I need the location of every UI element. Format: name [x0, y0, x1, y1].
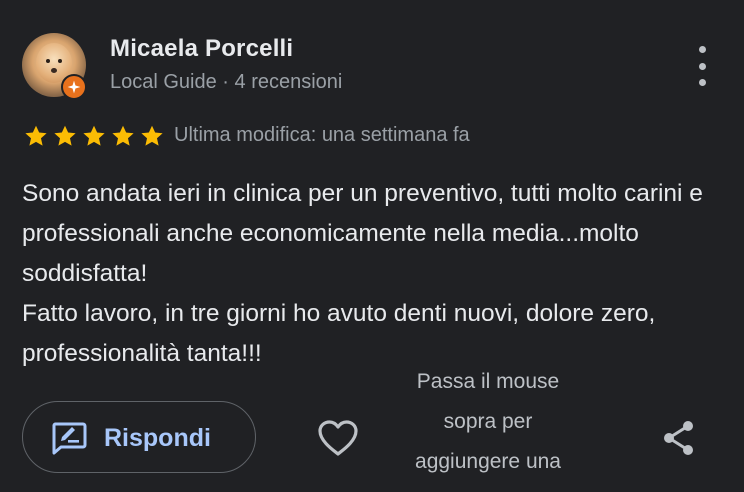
star-icon	[141, 125, 163, 146]
reviewer-avatar[interactable]	[22, 33, 87, 100]
more-dot	[698, 46, 706, 53]
review-text: Sono andata ieri in clinica per un preve…	[22, 174, 732, 374]
review-paragraph: Sono andata ieri in clinica per un preve…	[22, 180, 703, 287]
more-dot	[698, 62, 706, 70]
reply-edit-icon	[52, 422, 87, 455]
reviewer-name[interactable]: Micaela Porcelli	[110, 35, 293, 63]
modified-date: Ultima modifica: una settimana fa	[174, 124, 470, 146]
dog-nose	[51, 68, 57, 73]
star-icon	[112, 125, 134, 146]
star-icon	[54, 125, 76, 146]
more-dot	[698, 79, 706, 86]
star-icon	[83, 125, 105, 146]
hover-tooltip: Passa il mouse sopra per aggiungere una	[415, 370, 561, 473]
more-vert-icon[interactable]	[690, 46, 714, 86]
star-rating	[22, 123, 166, 149]
local-guide-badge-icon	[61, 74, 87, 100]
dog-eye-right	[58, 59, 62, 63]
reply-button[interactable]: Rispondi	[22, 401, 256, 473]
reviewer-meta[interactable]: Local Guide · 4 recensioni	[110, 71, 342, 94]
share-icon[interactable]	[660, 419, 698, 457]
star-icon	[25, 125, 47, 146]
review-paragraph: Fatto lavoro, in tre giorni ho avuto den…	[22, 300, 656, 367]
reply-label: Rispondi	[104, 424, 211, 452]
dog-eye-left	[46, 59, 50, 63]
heart-outline-icon[interactable]	[316, 418, 360, 458]
